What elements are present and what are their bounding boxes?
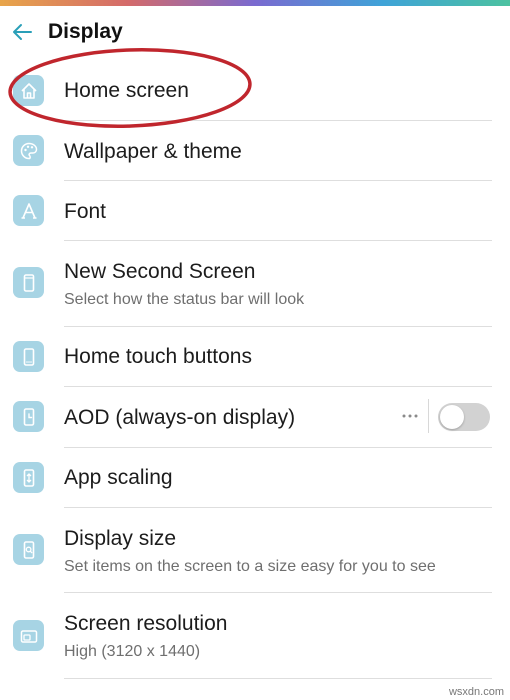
aod-toggle[interactable] (438, 403, 490, 431)
item-subtitle: Select how the status bar will look (64, 291, 305, 308)
list-item-app-scaling[interactable]: App scaling (0, 448, 510, 507)
list-item-screen-resolution[interactable]: Screen resolution High (3120 x 1440) (0, 593, 510, 678)
phone-outline-icon (13, 267, 44, 298)
toggle-knob (440, 405, 464, 429)
more-dots-icon (402, 414, 418, 418)
item-label: AOD (always-on display) (64, 406, 296, 429)
font-icon (13, 195, 44, 226)
clock-icon (13, 401, 44, 432)
list-item-font[interactable]: Font (0, 181, 510, 240)
item-label: New Second Screen (64, 260, 256, 283)
vertical-separator (428, 399, 429, 433)
item-label: Screen resolution (64, 612, 228, 635)
scaling-icon (13, 462, 44, 493)
back-button[interactable] (8, 18, 36, 46)
divider (64, 678, 492, 679)
item-label: Home touch buttons (64, 345, 252, 368)
zoom-icon (13, 534, 44, 565)
watermark: wsxdn.com (448, 686, 504, 698)
more-options-button[interactable] (396, 406, 424, 426)
list-item-wallpaper-theme[interactable]: Wallpaper & theme (0, 121, 510, 181)
item-label: Wallpaper & theme (64, 140, 242, 163)
arrow-left-icon (13, 24, 32, 40)
item-subtitle: Set items on the screen to a size easy f… (64, 558, 436, 575)
list-item-new-second-screen[interactable]: New Second Screen Select how the status … (0, 241, 510, 326)
resolution-icon (13, 620, 44, 651)
page-title: Display (48, 20, 123, 43)
list-item-home-touch-buttons[interactable]: Home touch buttons (0, 327, 510, 386)
list-item-display-size[interactable]: Display size Set items on the screen to … (0, 508, 510, 592)
list-item-aod[interactable]: AOD (always-on display) (0, 387, 510, 447)
item-label: App scaling (64, 466, 173, 489)
touch-buttons-icon (13, 341, 44, 372)
item-label: Display size (64, 527, 177, 550)
item-label: Font (64, 200, 107, 223)
annotation-ellipse (8, 48, 252, 128)
item-subtitle: High (3120 x 1440) (64, 643, 201, 660)
palette-icon (13, 135, 44, 166)
